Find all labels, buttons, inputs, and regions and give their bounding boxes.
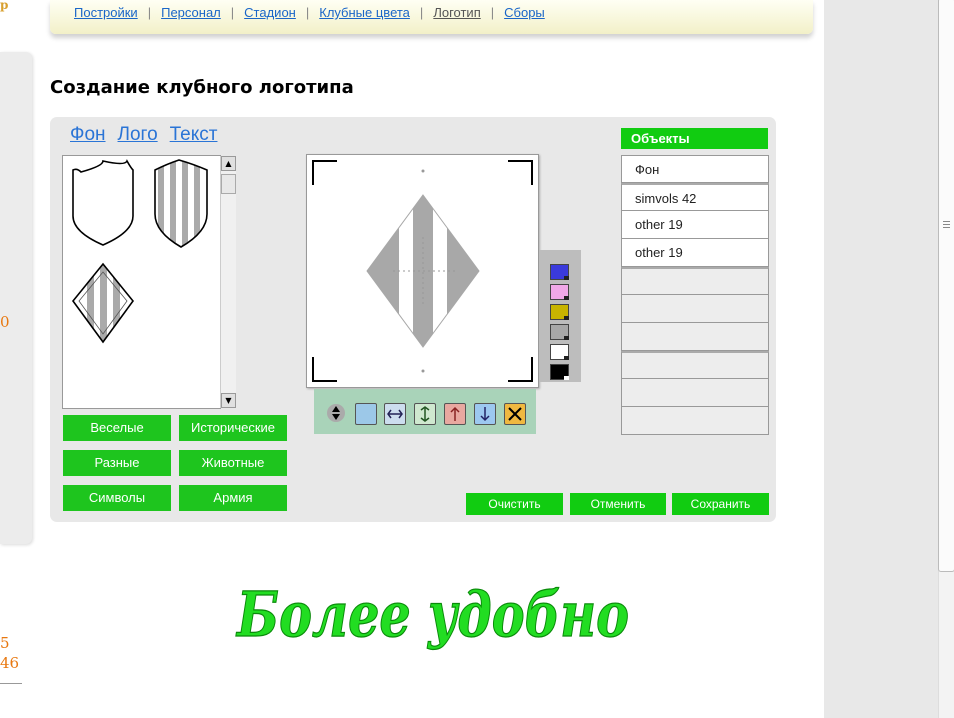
nav-separator: | bbox=[305, 5, 310, 20]
left-fragment-text-low1: 5 bbox=[0, 634, 10, 652]
left-fragment-text-low2: 46 bbox=[0, 654, 20, 672]
nav-item-stadion: Стадион | bbox=[244, 5, 319, 20]
object-slot-empty bbox=[621, 267, 769, 295]
nav-link-club-colors[interactable]: Клубные цвета bbox=[319, 5, 410, 20]
editor-tabs: Фон Лого Текст bbox=[70, 124, 217, 146]
object-item[interactable]: simvols 42 bbox=[621, 183, 769, 211]
nav-item-postroiki: Постройки | bbox=[74, 5, 161, 20]
nav-item-personal: Персонал | bbox=[161, 5, 244, 20]
objects-header: Объекты bbox=[621, 128, 768, 149]
gallery-scrollbar[interactable]: ▲ ▼ bbox=[220, 156, 236, 408]
move-down-icon[interactable] bbox=[474, 403, 496, 425]
nav-separator: | bbox=[230, 5, 235, 20]
tab-text[interactable]: Текст bbox=[170, 124, 218, 146]
save-button[interactable]: Сохранить bbox=[672, 493, 769, 515]
canvas-logo-diamond[interactable] bbox=[362, 190, 487, 350]
page-scrollbar-thumb[interactable] bbox=[938, 0, 954, 572]
color-palette bbox=[539, 250, 581, 382]
nav-item-club-colors: Клубные цвета | bbox=[319, 5, 433, 20]
color-swatch-olive[interactable] bbox=[550, 304, 569, 320]
layer-order-icon[interactable] bbox=[326, 403, 346, 423]
scroll-up-icon[interactable]: ▲ bbox=[221, 156, 236, 171]
object-item[interactable]: other 19 bbox=[621, 211, 769, 239]
nav-item-logo: Логотип | bbox=[433, 5, 504, 20]
shape-shield-plain[interactable] bbox=[72, 159, 134, 246]
nav-separator: | bbox=[490, 5, 495, 20]
category-button-historical[interactable]: Исторические bbox=[179, 415, 287, 441]
shape-shield-striped[interactable] bbox=[153, 156, 213, 251]
clear-button[interactable]: Очистить bbox=[466, 493, 563, 515]
nav-link-postroiki[interactable]: Постройки bbox=[74, 5, 138, 20]
logo-canvas-drawing bbox=[312, 160, 533, 382]
color-swatch-black[interactable] bbox=[550, 364, 569, 380]
slogan-text: Более удобно bbox=[235, 578, 629, 651]
category-button-army[interactable]: Армия bbox=[179, 485, 287, 511]
scroll-down-icon[interactable]: ▼ bbox=[221, 393, 236, 408]
logo-canvas[interactable] bbox=[306, 154, 539, 388]
canvas-toolbar bbox=[314, 389, 536, 434]
category-button-funny[interactable]: Веселые bbox=[63, 415, 171, 441]
object-slot-empty bbox=[621, 295, 769, 323]
page-title: Создание клубного логотипа bbox=[50, 77, 354, 98]
move-up-icon[interactable] bbox=[444, 403, 466, 425]
fill-square-icon[interactable] bbox=[355, 403, 377, 425]
scroll-thumb[interactable] bbox=[221, 174, 236, 194]
color-swatch-gray[interactable] bbox=[550, 324, 569, 340]
object-slot-empty bbox=[621, 379, 769, 407]
nav-separator: | bbox=[147, 5, 152, 20]
tab-logo[interactable]: Лого bbox=[118, 124, 158, 146]
object-slot-empty bbox=[621, 323, 769, 351]
cancel-button[interactable]: Отменить bbox=[570, 493, 666, 515]
nav-link-sbory[interactable]: Сборы bbox=[504, 5, 545, 20]
color-swatch-pink[interactable] bbox=[550, 284, 569, 300]
left-sidebar-fragment bbox=[0, 52, 32, 544]
nav-link-logo[interactable]: Логотип bbox=[433, 5, 480, 20]
objects-list: Фон simvols 42 other 19 other 19 bbox=[621, 155, 769, 435]
top-nav-bar: Постройки | Персонал | Стадион | Клубные цв… bbox=[50, 0, 813, 34]
category-button-animals[interactable]: Животные bbox=[179, 450, 287, 476]
nav-item-sbory: Сборы bbox=[504, 5, 545, 20]
right-background-strip bbox=[824, 0, 938, 718]
nav-link-personal[interactable]: Персонал bbox=[161, 5, 221, 20]
left-fragment-text-top: р bbox=[0, 0, 9, 12]
slogan-banner: Более удобно bbox=[235, 577, 630, 651]
tab-background[interactable]: Фон bbox=[70, 124, 106, 146]
color-swatch-blue[interactable] bbox=[550, 264, 569, 280]
left-fragment-divider bbox=[0, 683, 22, 684]
object-slot-empty bbox=[621, 351, 769, 379]
object-item-background[interactable]: Фон bbox=[621, 155, 769, 183]
flip-horizontal-icon[interactable] bbox=[384, 403, 406, 425]
shape-gallery: ▲ ▼ bbox=[62, 155, 236, 409]
nav-separator: | bbox=[419, 5, 424, 20]
top-nav-list: Постройки | Персонал | Стадион | Клубные цв… bbox=[74, 5, 545, 20]
delete-icon[interactable] bbox=[504, 403, 526, 425]
object-item[interactable]: other 19 bbox=[621, 239, 769, 267]
left-fragment-text-mid: 0 bbox=[0, 313, 10, 331]
logo-editor-panel: Фон Лого Текст ▲ ▼ Веселые Исторические … bbox=[50, 117, 776, 522]
color-swatch-white[interactable] bbox=[550, 344, 569, 360]
object-slot-empty bbox=[621, 407, 769, 435]
flip-vertical-icon[interactable] bbox=[414, 403, 436, 425]
category-button-misc[interactable]: Разные bbox=[63, 450, 171, 476]
shape-gallery-canvas bbox=[63, 156, 213, 346]
category-button-symbols[interactable]: Символы bbox=[63, 485, 171, 511]
nav-link-stadion[interactable]: Стадион bbox=[244, 5, 296, 20]
shape-diamond-striped[interactable] bbox=[63, 256, 143, 346]
